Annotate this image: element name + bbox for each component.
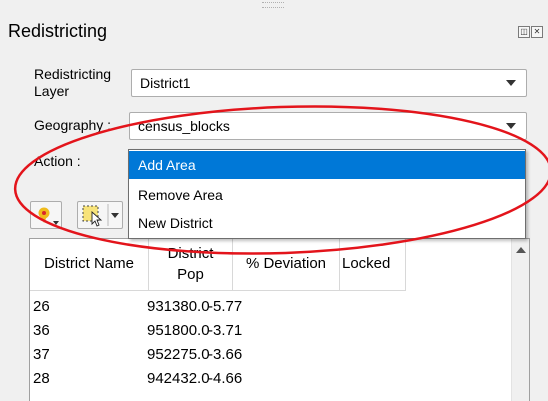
scroll-up-icon[interactable] [516, 247, 526, 253]
cell-district-name: 36 [33, 322, 50, 339]
layer-label: Redistricting Layer [34, 66, 112, 99]
layer-select-value: District1 [140, 75, 191, 91]
column-header-district-name[interactable]: District Name [30, 239, 149, 291]
action-label: Action : [34, 153, 81, 169]
action-option-remove-area[interactable]: Remove Area [129, 181, 525, 209]
action-option-add-area[interactable]: Add Area [129, 151, 525, 179]
panel-title: Redistricting [8, 21, 108, 41]
cell-district-pop: 931380.0 [147, 298, 210, 315]
action-option-new-district[interactable]: New District [129, 209, 525, 237]
chevron-down-icon [506, 80, 516, 86]
column-header-locked[interactable]: Locked [340, 239, 406, 291]
dock-grip[interactable] [262, 2, 284, 8]
column-header-district-pop[interactable]: District Pop [149, 239, 233, 291]
cell-deviation: -3.66 [208, 346, 243, 363]
geography-select-value: census_blocks [138, 118, 230, 134]
cell-district-pop: 951800.0 [147, 322, 210, 339]
select-rectangle-icon [82, 204, 119, 227]
float-icon[interactable]: ◫ [518, 26, 530, 38]
pin-tool-button[interactable] [30, 201, 62, 229]
redistricting-panel: Redistricting ◫ ✕ Redistricting Layer Di… [0, 0, 548, 401]
cell-district-pop: 942432.0 [147, 370, 210, 387]
column-header-deviation[interactable]: % Deviation [233, 239, 340, 291]
close-icon[interactable]: ✕ [531, 26, 543, 38]
geography-label: Geography : [34, 117, 112, 133]
chevron-down-icon [506, 123, 516, 129]
cell-district-name: 37 [33, 346, 50, 363]
cell-district-name: 26 [33, 298, 50, 315]
layer-select[interactable]: District1 [131, 69, 527, 97]
action-dropdown-list: Add Area Remove Area New District [128, 149, 526, 239]
cell-deviation: -4.66 [208, 370, 243, 387]
cell-deviation: -3.71 [208, 322, 243, 339]
cell-deviation: -5.77 [208, 298, 243, 315]
cell-district-pop: 952275.0 [147, 346, 210, 363]
cell-district-name: 28 [33, 370, 50, 387]
table-vertical-scrollbar[interactable] [511, 239, 529, 401]
select-tool-button[interactable] [77, 201, 123, 229]
map-pin-icon [38, 207, 59, 225]
geography-select[interactable]: census_blocks [129, 112, 527, 140]
district-table: District Name District Pop % Deviation L… [29, 238, 530, 401]
